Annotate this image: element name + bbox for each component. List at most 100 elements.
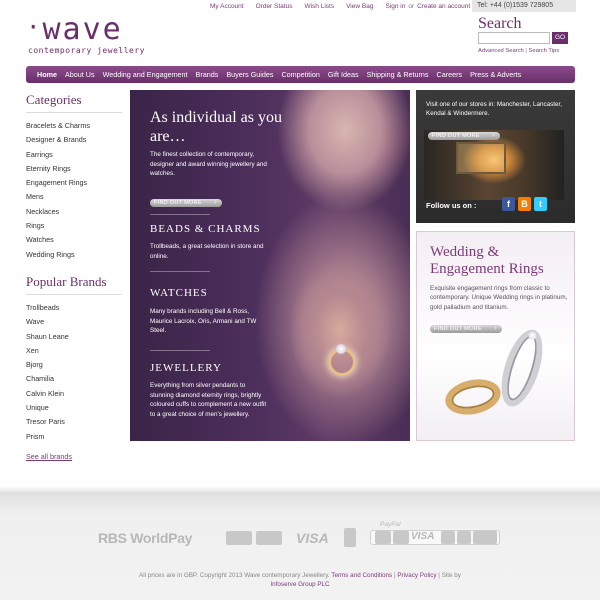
nav-brands[interactable]: Brands	[192, 66, 223, 83]
category-item[interactable]: Mens	[26, 190, 122, 204]
brand-item[interactable]: Unique	[26, 401, 122, 415]
watches-text: Many brands including Bell & Ross, Mauri…	[150, 308, 257, 334]
twitter-icon[interactable]: t	[534, 197, 547, 211]
paypal-label: PayPal	[380, 521, 401, 528]
category-item[interactable]: Wedding Rings	[26, 248, 122, 262]
telephone: Tel: +44 (0)1539 729805	[472, 0, 576, 12]
hero-divider	[150, 271, 210, 272]
logo[interactable]: ·wave contemporary jewellery	[26, 12, 145, 55]
nav-home[interactable]: Home	[33, 66, 61, 83]
stores-find-out-more-button[interactable]: FIND OUT MORE	[428, 131, 500, 140]
category-item[interactable]: Necklaces	[26, 205, 122, 219]
maestro-icon	[256, 531, 282, 545]
or-text: or	[408, 3, 415, 10]
nav-competition[interactable]: Competition	[277, 66, 323, 83]
brand-item[interactable]: Chamilia	[26, 372, 122, 386]
visa-logo: VISA	[296, 530, 329, 546]
order-status-link[interactable]: Order Status	[256, 3, 293, 10]
wedding-find-out-more-button[interactable]: FIND OUT MORE	[430, 324, 502, 333]
search-title: Search	[478, 15, 522, 32]
top-links: My Account Order Status Wish Lists View …	[210, 3, 470, 10]
nav-press-adverts[interactable]: Press & Adverts	[466, 66, 525, 83]
hero-intro: The finest collection of contemporary, d…	[150, 151, 267, 177]
categories-heading: Categories	[26, 92, 122, 113]
legal-separator: |	[393, 572, 396, 579]
jewellery-text: Everything from silver pendants to stunn…	[150, 382, 267, 418]
create-account-link[interactable]: Create an account	[417, 3, 470, 10]
wish-lists-link[interactable]: Wish Lists	[304, 3, 334, 10]
hero-title: As individual as you are…	[150, 109, 282, 145]
main-nav: Home About Us Wedding and Engagement Bra…	[26, 66, 575, 83]
platinum-ring-image	[493, 324, 551, 412]
copyright-text: All prices are in GBP. Copyright 2013 Wa…	[139, 572, 330, 579]
logo-tagline: contemporary jewellery	[28, 46, 145, 55]
brands-heading: Popular Brands	[26, 274, 122, 295]
footer-shadow	[0, 486, 600, 494]
category-item[interactable]: Engagement Rings	[26, 176, 122, 190]
verified-badge-icon	[344, 528, 356, 547]
hero-divider	[150, 214, 210, 215]
card-icon	[441, 531, 455, 544]
nav-gift-ideas[interactable]: Gift Ideas	[324, 66, 363, 83]
legal-separator: |	[438, 572, 440, 579]
beads-charms-text: Trollbeads, a great selection in store a…	[150, 243, 264, 260]
brand-item[interactable]: Wave	[26, 315, 122, 329]
hero-divider	[150, 350, 210, 351]
payment-logos: RBS WorldPay VISA PayPal VISA	[98, 521, 502, 550]
brand-item[interactable]: Trollbeads	[26, 301, 122, 315]
categories-list: Bracelets & Charms Designer & Brands Ear…	[26, 119, 122, 262]
header: ·wave contemporary jewellery My Account …	[0, 0, 600, 64]
stores-panel[interactable]: Visit one of our stores in: Manchester, …	[416, 90, 575, 223]
card-icon	[393, 531, 409, 544]
category-item[interactable]: Rings	[26, 219, 122, 233]
brand-item[interactable]: Calvin Klein	[26, 387, 122, 401]
nav-about-us[interactable]: About Us	[61, 66, 99, 83]
hero-find-out-more-button[interactable]: FIND OUT MORE	[150, 198, 222, 207]
card-icon	[473, 531, 497, 544]
facebook-icon[interactable]: f	[502, 197, 515, 211]
brand-item[interactable]: Prism	[26, 430, 122, 444]
strip-visa-logo: VISA	[411, 531, 435, 542]
category-item[interactable]: Eternity Rings	[26, 162, 122, 176]
jewellery-heading[interactable]: JEWELLERY	[150, 362, 222, 374]
sign-in-link[interactable]: Sign in	[385, 3, 405, 10]
brand-item[interactable]: Shaun Leane	[26, 330, 122, 344]
rbs-worldpay-logo: RBS WorldPay	[98, 530, 193, 546]
advanced-search-link[interactable]: Advanced Search	[478, 48, 524, 54]
brand-item[interactable]: Xen	[26, 344, 122, 358]
search-go-button[interactable]: GO	[552, 32, 568, 44]
hero-banner[interactable]: As individual as you are… The finest col…	[130, 90, 410, 441]
category-item[interactable]: Bracelets & Charms	[26, 119, 122, 133]
my-account-link[interactable]: My Account	[210, 3, 244, 10]
watches-heading[interactable]: WATCHES	[150, 287, 208, 299]
terms-link[interactable]: Terms and Conditions	[331, 572, 392, 579]
category-item[interactable]: Watches	[26, 233, 122, 247]
card-icon	[375, 531, 391, 544]
wedding-panel[interactable]: Wedding & Engagement Rings Exquisite eng…	[416, 231, 575, 441]
card-icon	[457, 531, 471, 544]
beads-charms-heading[interactable]: BEADS & CHARMS	[150, 223, 261, 235]
store-window-image	[456, 142, 506, 174]
category-item[interactable]: Designer & Brands	[26, 133, 122, 147]
nav-buyers-guides[interactable]: Buyers Guides	[222, 66, 277, 83]
legal-text: All prices are in GBP. Copyright 2013 Wa…	[0, 571, 600, 589]
nav-wedding-engagement[interactable]: Wedding and Engagement	[99, 66, 192, 83]
category-item[interactable]: Earrings	[26, 148, 122, 162]
nav-careers[interactable]: Careers	[433, 66, 467, 83]
privacy-link[interactable]: Privacy Policy	[397, 572, 436, 579]
nav-shipping-returns[interactable]: Shipping & Returns	[363, 66, 433, 83]
brand-item[interactable]: Bjorg	[26, 358, 122, 372]
follow-us-label: Follow us on :	[426, 201, 477, 210]
stores-text: Visit one of our stores in: Manchester, …	[426, 101, 563, 117]
brand-item[interactable]: Tresor Paris	[26, 415, 122, 429]
brands-list: Trollbeads Wave Shaun Leane Xen Bjorg Ch…	[26, 301, 122, 444]
agency-link[interactable]: Infoserve Group PLC	[270, 581, 329, 588]
blogger-icon[interactable]: B	[518, 197, 531, 211]
sidebar: Categories Bracelets & Charms Designer &…	[26, 92, 122, 461]
mastercard-icon	[226, 531, 252, 545]
search-input[interactable]	[478, 32, 550, 44]
see-all-brands-link[interactable]: See all brands	[26, 452, 122, 461]
view-bag-link[interactable]: View Bag	[346, 3, 373, 10]
search-links-separator: |	[525, 48, 527, 54]
search-tips-link[interactable]: Search Tips	[529, 48, 560, 54]
